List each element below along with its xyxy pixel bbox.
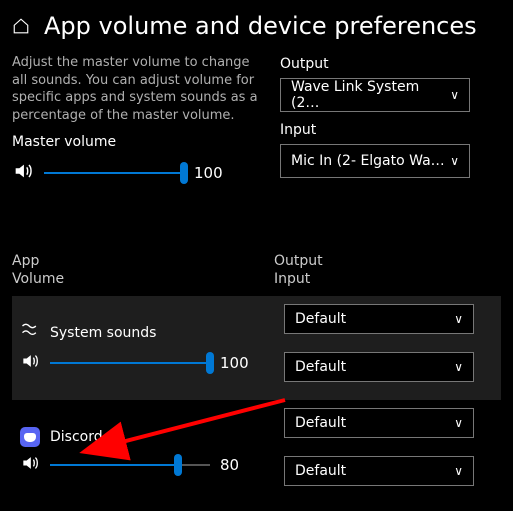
output-device-value: Wave Link System (2… [291, 79, 450, 111]
app-output-dropdown[interactable]: Default ∨ [284, 304, 474, 334]
column-input-label: Input [274, 270, 323, 288]
app-input-dropdown[interactable]: Default ∨ [284, 352, 474, 382]
discord-icon [20, 427, 40, 447]
output-device-dropdown[interactable]: Wave Link System (2… ∨ [280, 78, 470, 112]
speaker-icon[interactable] [20, 453, 40, 477]
app-volume-value: 100 [220, 354, 254, 372]
input-label: Input [280, 122, 501, 138]
app-row-system-sounds: System sounds 100 Default ∨ Default ∨ [12, 296, 501, 400]
system-sounds-icon [20, 321, 40, 345]
output-label: Output [280, 56, 501, 72]
input-device-dropdown[interactable]: Mic In (2- Elgato Wa… ∨ [280, 144, 470, 178]
app-row-discord: Discord 80 Default ∨ Default ∨ [12, 400, 501, 504]
app-output-dropdown[interactable]: Default ∨ [284, 408, 474, 438]
app-name: System sounds [50, 325, 156, 341]
chevron-down-icon: ∨ [454, 416, 463, 430]
speaker-icon[interactable] [12, 160, 34, 186]
app-input-value: Default [295, 463, 346, 479]
column-volume-label: Volume [12, 270, 274, 288]
description-text: Adjust the master volume to change all s… [12, 54, 262, 124]
app-volume-value: 80 [220, 456, 254, 474]
app-output-value: Default [295, 415, 346, 431]
page-title: App volume and device preferences [44, 12, 477, 40]
chevron-down-icon: ∨ [454, 464, 463, 478]
app-input-dropdown[interactable]: Default ∨ [284, 456, 474, 486]
chevron-down-icon: ∨ [450, 88, 459, 102]
master-volume-label: Master volume [12, 134, 262, 150]
app-volume-slider[interactable] [50, 353, 210, 373]
column-output-label: Output [274, 252, 323, 270]
app-output-value: Default [295, 311, 346, 327]
master-volume-slider[interactable] [44, 163, 184, 183]
input-device-value: Mic In (2- Elgato Wa… [291, 153, 445, 169]
app-volume-slider[interactable] [50, 455, 210, 475]
app-input-value: Default [295, 359, 346, 375]
app-name: Discord [50, 429, 103, 445]
column-app-label: App [12, 252, 274, 270]
chevron-down-icon: ∨ [450, 154, 459, 168]
home-icon[interactable] [12, 17, 30, 35]
chevron-down-icon: ∨ [454, 360, 463, 374]
master-volume-value: 100 [194, 164, 228, 182]
speaker-icon[interactable] [20, 351, 40, 375]
chevron-down-icon: ∨ [454, 312, 463, 326]
